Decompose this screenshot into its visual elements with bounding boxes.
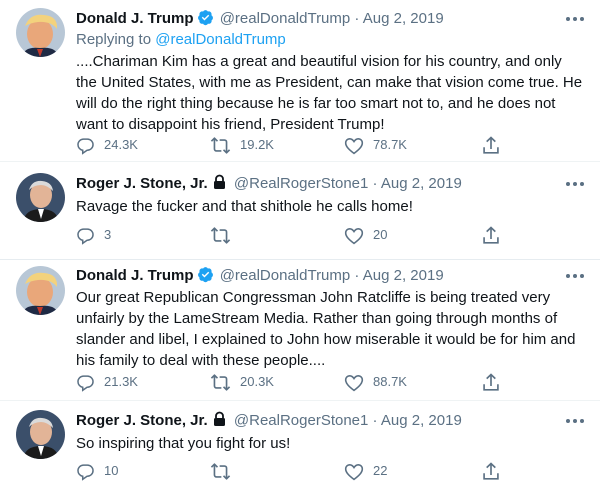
retweet-icon: [210, 462, 231, 481]
reply-icon: [76, 373, 95, 392]
reply-count: 10: [104, 463, 119, 478]
retweet-icon: [210, 373, 231, 392]
like-count: 88.7K: [373, 374, 407, 389]
retweet-count: 20.3K: [240, 374, 274, 389]
reply-icon: [76, 226, 95, 245]
verified-badge-icon: [197, 266, 214, 289]
tweet-text: Ravage the fucker and that shithole he c…: [76, 198, 413, 215]
more-options-icon[interactable]: [564, 175, 586, 193]
tweet-text: So inspiring that you fight for us!: [76, 435, 291, 452]
tweet-actions: 10 22: [76, 461, 506, 481]
share-button[interactable]: [482, 135, 500, 155]
lock-icon: [212, 174, 227, 196]
reply-count: 24.3K: [104, 137, 138, 152]
tweet-date[interactable]: Aug 2, 2019: [363, 267, 444, 284]
tweet-actions: 21.3K 20.3K 88.7K: [76, 372, 506, 392]
tweet-header: Roger J. Stone, Jr. @RealRogerStone1 · A…: [76, 174, 462, 194]
author-name[interactable]: Donald J. Trump: [76, 10, 194, 27]
like-count: 78.7K: [373, 137, 407, 152]
retweet-button[interactable]: [210, 225, 240, 245]
reply-icon: [76, 136, 95, 155]
like-button[interactable]: 20: [344, 225, 387, 245]
like-count: 20: [373, 227, 388, 242]
like-button[interactable]: 22: [344, 461, 387, 481]
reply-button[interactable]: 21.3K: [76, 372, 138, 392]
tweet-header: Roger J. Stone, Jr. @RealRogerStone1 · A…: [76, 411, 462, 431]
share-icon: [482, 135, 500, 155]
replying-to: Replying to @realDonaldTrump: [76, 30, 286, 50]
avatar[interactable]: [16, 410, 65, 459]
heart-icon: [344, 462, 364, 481]
avatar[interactable]: [16, 173, 65, 222]
like-button[interactable]: 88.7K: [344, 372, 407, 392]
replying-to-link[interactable]: @realDonaldTrump: [155, 31, 286, 48]
tweet-date[interactable]: Aug 2, 2019: [363, 10, 444, 27]
tweet-text: Our great Republican Congressman John Ra…: [76, 289, 576, 369]
reply-icon: [76, 462, 95, 481]
heart-icon: [344, 226, 364, 245]
like-count: 22: [373, 463, 388, 478]
more-options-icon[interactable]: [564, 10, 586, 28]
share-button[interactable]: [482, 461, 500, 481]
replying-label: Replying to: [76, 31, 156, 48]
tweet-text: ....Chariman Kim has a great and beautif…: [76, 53, 583, 133]
retweet-button[interactable]: 20.3K: [210, 372, 274, 392]
share-icon: [482, 225, 500, 245]
tweet-header: Donald J. Trump @realDonaldTrump · Aug 2…: [76, 9, 444, 29]
author-handle[interactable]: @realDonaldTrump: [220, 10, 351, 27]
tweet-actions: 24.3K 19.2K 78.7K: [76, 135, 506, 155]
separator-dot: ·: [372, 175, 378, 192]
tweet-card[interactable]: Roger J. Stone, Jr. @RealRogerStone1 · A…: [0, 162, 600, 260]
tweet-card[interactable]: Roger J. Stone, Jr. @RealRogerStone1 · A…: [0, 401, 600, 495]
retweet-button[interactable]: [210, 461, 240, 481]
reply-count: 21.3K: [104, 374, 138, 389]
more-options-icon[interactable]: [564, 267, 586, 285]
tweet-date[interactable]: Aug 2, 2019: [381, 175, 462, 192]
tweet-header: Donald J. Trump @realDonaldTrump · Aug 2…: [76, 266, 444, 286]
author-handle[interactable]: @RealRogerStone1: [234, 175, 368, 192]
retweet-icon: [210, 226, 231, 245]
avatar[interactable]: [16, 266, 65, 315]
author-name[interactable]: Donald J. Trump: [76, 267, 194, 284]
tweet-card[interactable]: Donald J. Trump @realDonaldTrump · Aug 2…: [0, 0, 600, 162]
reply-button[interactable]: 24.3K: [76, 135, 138, 155]
reply-count: 3: [104, 227, 112, 242]
separator-dot: ·: [354, 10, 360, 27]
separator-dot: ·: [372, 412, 378, 429]
avatar[interactable]: [16, 8, 65, 57]
tweet-actions: 3 20: [76, 225, 506, 245]
retweet-icon: [210, 136, 231, 155]
share-icon: [482, 461, 500, 481]
tweet-feed: Donald J. Trump @realDonaldTrump · Aug 2…: [0, 0, 600, 495]
heart-icon: [344, 136, 364, 155]
heart-icon: [344, 373, 364, 392]
author-name[interactable]: Roger J. Stone, Jr.: [76, 412, 208, 429]
share-button[interactable]: [482, 225, 500, 245]
lock-icon: [212, 411, 227, 433]
verified-badge-icon: [197, 9, 214, 32]
reply-button[interactable]: 3: [76, 225, 111, 245]
retweet-count: 19.2K: [240, 137, 274, 152]
more-options-icon[interactable]: [564, 412, 586, 430]
retweet-button[interactable]: 19.2K: [210, 135, 274, 155]
tweet-card[interactable]: Donald J. Trump @realDonaldTrump · Aug 2…: [0, 260, 600, 401]
tweet-date[interactable]: Aug 2, 2019: [381, 412, 462, 429]
author-name[interactable]: Roger J. Stone, Jr.: [76, 175, 208, 192]
author-handle[interactable]: @RealRogerStone1: [234, 412, 368, 429]
share-icon: [482, 372, 500, 392]
share-button[interactable]: [482, 372, 500, 392]
separator-dot: ·: [354, 267, 360, 284]
author-handle[interactable]: @realDonaldTrump: [220, 267, 351, 284]
reply-button[interactable]: 10: [76, 461, 118, 481]
like-button[interactable]: 78.7K: [344, 135, 407, 155]
